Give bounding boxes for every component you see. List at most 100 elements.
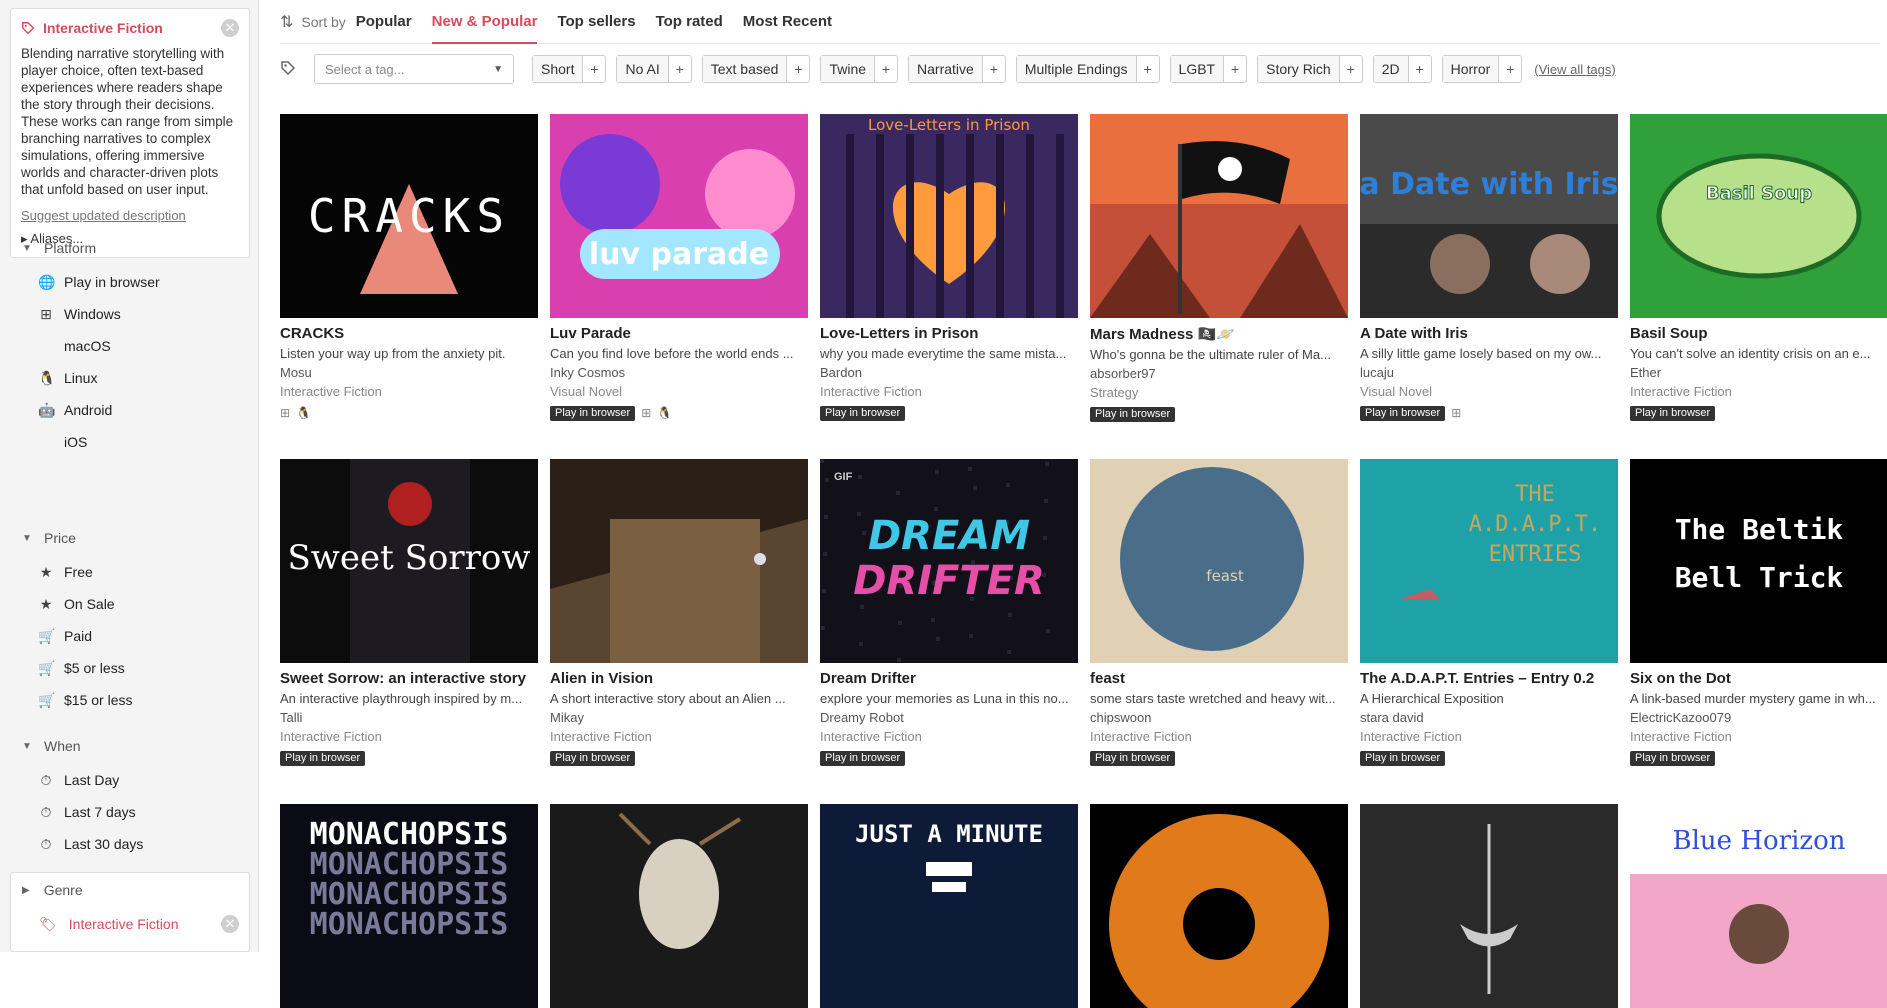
platform-item-ios[interactable]: iOS <box>0 426 259 458</box>
game-thumbnail[interactable]: Basil Soup <box>1630 114 1887 318</box>
game-genre[interactable]: Strategy <box>1090 385 1348 400</box>
game-title[interactable]: Six on the Dot <box>1630 670 1887 687</box>
game-cell[interactable]: luv parade Luv Parade Can you find love be… <box>550 114 808 421</box>
price-item-on-sale[interactable]: ★ On Sale <box>0 588 259 620</box>
game-title[interactable]: CRACKS <box>280 325 538 342</box>
game-author[interactable]: chipswoon <box>1090 710 1348 725</box>
tag-chip[interactable]: Multiple Endings + <box>1015 55 1160 83</box>
plus-icon[interactable]: + <box>1340 56 1362 82</box>
game-thumbnail[interactable]: DREAM DRIFTER GIF <box>820 459 1078 663</box>
game-author[interactable]: stara david <box>1360 710 1618 725</box>
game-thumbnail[interactable]: The Beltik Bell Trick <box>1630 459 1887 663</box>
game-cell[interactable]: feast feast some stars taste wretched and … <box>1090 459 1348 766</box>
tag-chip[interactable]: Short + <box>532 55 607 83</box>
game-cell[interactable]: DREAM DRIFTER GIF Dream Drifter explore your… <box>820 459 1078 766</box>
when-item-last-30-days[interactable]: ⏱ Last 30 days <box>0 828 259 860</box>
plus-icon[interactable]: + <box>983 56 1005 82</box>
genre-header[interactable]: ▶ Genre <box>11 873 249 907</box>
when-header[interactable]: ▼ When <box>0 736 259 756</box>
game-thumbnail[interactable]: Sweet Sorrow <box>280 459 538 663</box>
price-item-paid[interactable]: 🛒 Paid <box>0 620 259 652</box>
game-cell[interactable]: Alien in Vision A short interactive story… <box>550 459 808 766</box>
tag-chip-label[interactable]: Twine <box>821 56 876 82</box>
when-item-last-7-days[interactable]: ⏱ Last 7 days <box>0 796 259 828</box>
game-thumbnail[interactable]: Love-Letters in Prison <box>820 114 1078 318</box>
view-all-tags-link[interactable]: (View all tags) <box>1534 62 1615 77</box>
sort-top-rated[interactable]: Top rated <box>656 0 723 44</box>
plus-icon[interactable]: + <box>787 56 809 82</box>
game-title[interactable]: Basil Soup <box>1630 325 1887 342</box>
tag-chip[interactable]: Story Rich + <box>1257 55 1363 83</box>
game-title[interactable]: The A.D.A.P.T. Entries – Entry 0.2 <box>1360 670 1618 687</box>
game-title[interactable]: Alien in Vision <box>550 670 808 687</box>
suggest-description-link[interactable]: Suggest updated description <box>21 208 239 223</box>
tag-chip-label[interactable]: 2D <box>1373 56 1409 82</box>
tag-chip-label[interactable]: Text based <box>702 56 788 82</box>
game-thumbnail[interactable] <box>550 804 808 1008</box>
tag-chip-label[interactable]: No AI <box>617 56 669 82</box>
genre-selected-interactive-fiction[interactable]: 🏷 Interactive Fiction ✕ <box>11 907 249 941</box>
tag-chip[interactable]: 2D + <box>1372 55 1432 83</box>
game-genre[interactable]: Visual Novel <box>1360 384 1618 399</box>
game-thumbnail[interactable]: luv parade <box>550 114 808 318</box>
game-genre[interactable]: Interactive Fiction <box>1630 729 1887 744</box>
game-thumbnail[interactable]: feast <box>1090 459 1348 663</box>
tag-chip-label[interactable]: Narrative <box>909 56 983 82</box>
game-thumbnail[interactable]: Blue Horizon <box>1630 804 1887 1008</box>
game-genre[interactable]: Visual Novel <box>550 384 808 399</box>
game-author[interactable]: ElectricKazoo079 <box>1630 710 1887 725</box>
platform-item-browser[interactable]: 🌐 Play in browser <box>0 266 259 298</box>
game-title[interactable]: Sweet Sorrow: an interactive story <box>280 670 538 687</box>
plus-icon[interactable]: + <box>669 56 691 82</box>
game-genre[interactable]: Interactive Fiction <box>1090 729 1348 744</box>
game-thumbnail[interactable] <box>550 459 808 663</box>
plus-icon[interactable]: + <box>1137 56 1159 82</box>
tag-select-dropdown[interactable]: Select a tag... ▼ <box>314 54 514 84</box>
game-cell[interactable]: Mars Madness 🏴‍☠️🪐 Who's gonna be the ult… <box>1090 114 1348 422</box>
game-genre[interactable]: Interactive Fiction <box>550 729 808 744</box>
platform-item-windows[interactable]: ⊞ Windows <box>0 298 259 330</box>
game-thumbnail[interactable]: THE A.D.A.P.T. ENTRIES <box>1360 459 1618 663</box>
sort-top-sellers[interactable]: Top sellers <box>557 0 635 44</box>
game-cell[interactable] <box>550 804 808 1008</box>
game-cell[interactable]: Sweet Sorrow Sweet Sorrow: an interactive… <box>280 459 538 766</box>
game-title[interactable]: A Date with Iris <box>1360 325 1618 342</box>
tag-chip-label[interactable]: Multiple Endings <box>1016 56 1137 82</box>
game-thumbnail[interactable]: MONACHOPSIS MONACHOPSIS MONACHOPSIS MONACHO… <box>280 804 538 1008</box>
game-thumbnail[interactable] <box>1090 114 1348 318</box>
game-author[interactable]: Ether <box>1630 365 1887 380</box>
platform-header[interactable]: ▼ Platform <box>0 238 259 258</box>
game-title[interactable]: feast <box>1090 670 1348 687</box>
price-header[interactable]: ▼ Price <box>0 528 259 548</box>
game-author[interactable]: Dreamy Robot <box>820 710 1078 725</box>
game-cell[interactable]: Love-Letters in Prison Love-Letters in Pr… <box>820 114 1078 421</box>
game-cell[interactable]: a Date with Iris A Date with Iris A silly … <box>1360 114 1618 421</box>
tag-chip[interactable]: Narrative + <box>908 55 1006 83</box>
platform-item-android[interactable]: 🤖 Android <box>0 394 259 426</box>
sort-popular[interactable]: Popular <box>356 0 412 44</box>
game-title[interactable]: Love-Letters in Prison <box>820 325 1078 342</box>
game-cell[interactable]: Blue Horizon <box>1630 804 1887 1008</box>
sort-new-and-popular[interactable]: New & Popular <box>431 0 538 44</box>
game-cell[interactable]: MONACHOPSIS MONACHOPSIS MONACHOPSIS MONACHO… <box>280 804 538 1008</box>
game-thumbnail[interactable]: JUST A MINUTE <box>820 804 1078 1008</box>
game-cell[interactable]: CRACKS CRACKS Listen your way up from the … <box>280 114 538 421</box>
tag-chip-label[interactable]: Horror <box>1442 56 1500 82</box>
game-author[interactable]: absorber97 <box>1090 366 1348 381</box>
tag-chip-label[interactable]: LGBT <box>1170 56 1225 82</box>
game-thumbnail[interactable] <box>1090 804 1348 1008</box>
sort-most-recent[interactable]: Most Recent <box>743 0 832 44</box>
game-genre[interactable]: Interactive Fiction <box>1630 384 1887 399</box>
game-genre[interactable]: Interactive Fiction <box>280 729 538 744</box>
price-item-free[interactable]: ★ Free <box>0 556 259 588</box>
game-cell[interactable]: The Beltik Bell Trick Six on the Dot A link… <box>1630 459 1887 766</box>
game-title[interactable]: Dream Drifter <box>820 670 1078 687</box>
game-author[interactable]: Bardon <box>820 365 1078 380</box>
game-title[interactable]: Mars Madness 🏴‍☠️🪐 <box>1090 325 1348 343</box>
game-genre[interactable]: Interactive Fiction <box>820 729 1078 744</box>
plus-icon[interactable]: + <box>1224 56 1246 82</box>
tag-chip[interactable]: LGBT + <box>1169 55 1248 83</box>
game-genre[interactable]: Interactive Fiction <box>280 384 538 399</box>
game-thumbnail[interactable]: a Date with Iris <box>1360 114 1618 318</box>
tag-chip[interactable]: No AI + <box>616 55 692 83</box>
